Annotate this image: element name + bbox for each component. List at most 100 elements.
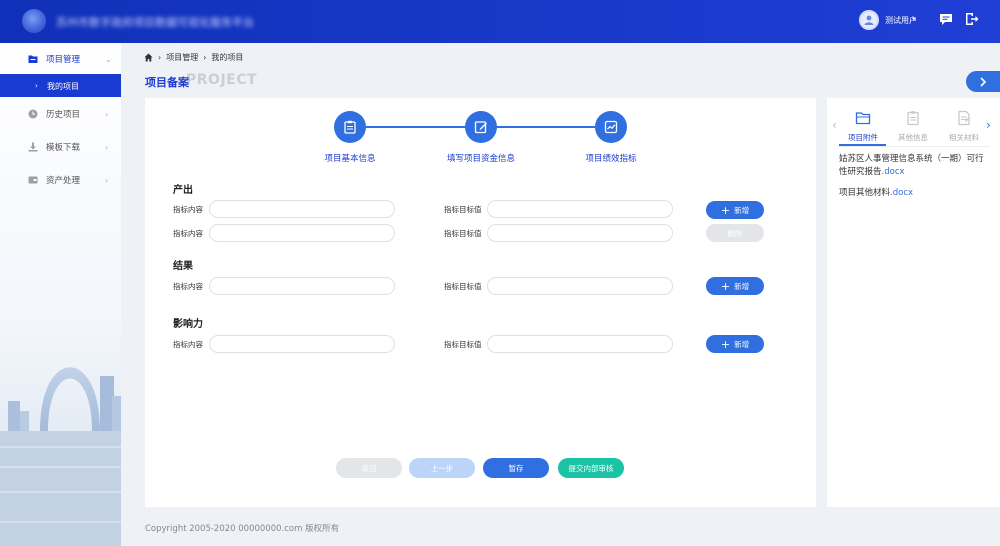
indicator-target-input[interactable]	[487, 277, 673, 295]
indicator-content-label: 指标内容	[173, 205, 203, 214]
add-button[interactable]: + 新增	[706, 277, 764, 295]
tab-divider	[837, 146, 990, 147]
indicator-target-input[interactable]	[487, 335, 673, 353]
indicator-content-input[interactable]	[209, 200, 395, 218]
add-label: 新增	[734, 205, 750, 215]
sidebar-item-label: 历史项目	[46, 110, 81, 120]
section-title-output: 产出	[173, 185, 193, 196]
save-draft-button[interactable]: 暂存	[483, 458, 549, 478]
indicator-target-label: 指标目标值	[444, 205, 482, 214]
tab-attachments[interactable]: 项目附件	[839, 110, 887, 143]
add-button[interactable]: + 新增	[706, 335, 764, 353]
chevron-down-icon[interactable]: ▾	[912, 15, 916, 23]
sidebar-item-label: 资产处理	[46, 176, 81, 186]
breadcrumb-item: 我的项目	[211, 53, 244, 62]
chevron-right-icon	[980, 76, 987, 87]
indicator-content-label: 指标内容	[173, 282, 203, 291]
logout-icon[interactable]	[965, 12, 979, 26]
sidebar-item-history[interactable]: 历史项目 ›	[0, 99, 121, 129]
attachment-file-link[interactable]: 项目其他材料.docx	[839, 187, 991, 200]
main-form-card: 项目基本信息 填写项目资金信息 项目绩效指标 产出 指标内容 指标目标值 + 新…	[145, 98, 816, 507]
sidebar-subitem-my-projects[interactable]: › 我的项目	[0, 74, 121, 97]
page-title-watermark: PROJECT	[186, 72, 258, 88]
file-extension: .docx	[881, 167, 905, 177]
chart-icon	[604, 120, 618, 134]
indicator-target-label: 指标目标值	[444, 282, 482, 291]
folder-icon	[855, 112, 871, 125]
folder-icon	[28, 55, 38, 63]
chevron-down-icon: ⌄	[105, 54, 112, 64]
brand-title: 苏州市数字政府项目数据可视化服务平台	[56, 16, 254, 28]
add-button[interactable]: + 新增	[706, 201, 764, 219]
chevron-right-icon: ›	[105, 175, 109, 185]
step-performance[interactable]: 项目绩效指标	[551, 111, 671, 164]
tab-related-materials[interactable]: 相关材料	[940, 110, 988, 143]
indicator-content-input[interactable]	[209, 335, 395, 353]
file-extension: .docx	[890, 188, 914, 198]
clipboard-icon	[907, 111, 919, 126]
tab-other-info[interactable]: 其他信息	[889, 110, 937, 143]
sidebar-subitem-label: 我的项目	[47, 82, 79, 91]
indicator-target-label: 指标目标值	[444, 340, 482, 349]
user-icon	[864, 15, 874, 25]
step-label: 填写项目资金信息	[446, 154, 515, 164]
page-title: 项目备案	[145, 76, 189, 89]
active-tab-indicator	[839, 144, 886, 146]
download-icon	[28, 142, 38, 152]
sidebar: 项目管理 ⌄ › 我的项目 历史项目 › 模板下载 › 资产处理 ›	[0, 43, 121, 546]
plus-icon: +	[720, 203, 731, 217]
tab-label: 项目附件	[848, 133, 878, 142]
step-funding-info[interactable]: 填写项目资金信息	[421, 111, 541, 164]
asset-icon	[28, 176, 38, 184]
sidebar-item-assets[interactable]: 资产处理 ›	[0, 165, 121, 195]
step-label: 项目绩效指标	[585, 154, 637, 164]
indicator-target-input[interactable]	[487, 224, 673, 242]
collapse-panel-button[interactable]	[966, 71, 1000, 92]
section-title-impact: 影响力	[173, 319, 203, 330]
tab-label: 其他信息	[898, 133, 928, 142]
chevron-right-icon: ›	[105, 142, 109, 152]
back-button[interactable]: 返回	[336, 458, 402, 478]
plus-icon: +	[720, 279, 731, 293]
document-icon	[958, 110, 970, 126]
copyright-text: Copyright 2005-2020 00000000.com 版权所有	[145, 524, 340, 534]
breadcrumb-separator: ›	[203, 53, 207, 62]
add-label: 新增	[734, 339, 750, 349]
sidebar-item-label: 模板下载	[46, 143, 81, 153]
indicator-target-label: 指标目标值	[444, 229, 482, 238]
breadcrumb-item[interactable]: 项目管理	[166, 52, 198, 63]
sidebar-item-templates[interactable]: 模板下载 ›	[0, 132, 121, 162]
clipboard-icon	[344, 120, 356, 134]
edit-icon	[474, 121, 487, 134]
indicator-target-input[interactable]	[487, 200, 673, 218]
attachment-file-link[interactable]: 姑苏区人事管理信息系统（一期）可行性研究报告.docx	[839, 153, 991, 179]
sidebar-item-project-management[interactable]: 项目管理 ⌄	[0, 44, 121, 74]
chevron-right-icon: ›	[35, 82, 38, 90]
logo-icon	[22, 9, 46, 33]
indicator-content-input[interactable]	[209, 224, 395, 242]
breadcrumb-separator: ›	[158, 53, 162, 62]
file-name: 项目其他材料	[839, 188, 891, 198]
home-icon[interactable]	[144, 53, 153, 62]
step-basic-info[interactable]: 项目基本信息	[290, 111, 410, 164]
file-name: 姑苏区人事管理信息系统（一期）可行性研究报告	[839, 154, 984, 177]
clock-icon	[28, 109, 38, 119]
sidebar-item-label: 项目管理	[46, 55, 81, 65]
plus-icon: +	[720, 337, 731, 351]
delete-button[interactable]: 删除	[706, 224, 764, 242]
prev-step-button[interactable]: 上一步	[409, 458, 475, 478]
indicator-content-label: 指标内容	[173, 340, 203, 349]
top-bar: 苏州市数字政府项目数据可视化服务平台 测试用户 ▾	[0, 0, 1000, 43]
breadcrumb: › 项目管理 › 我的项目	[144, 52, 243, 63]
step-label: 项目基本信息	[324, 154, 376, 164]
message-icon[interactable]	[939, 12, 953, 26]
indicator-content-label: 指标内容	[173, 229, 203, 238]
chevron-left-icon[interactable]: ‹	[832, 118, 837, 132]
city-skyline-illustration	[0, 316, 121, 546]
indicator-content-input[interactable]	[209, 277, 395, 295]
section-title-result: 结果	[173, 261, 193, 272]
submit-review-button[interactable]: 提交内部审核	[558, 458, 624, 478]
user-avatar[interactable]	[859, 10, 879, 30]
attachments-panel: ‹ › 项目附件 其他信息 相关材料 姑苏区人事管理信息系统（一期）可行性研究报…	[827, 98, 1000, 507]
add-label: 新增	[734, 281, 750, 291]
